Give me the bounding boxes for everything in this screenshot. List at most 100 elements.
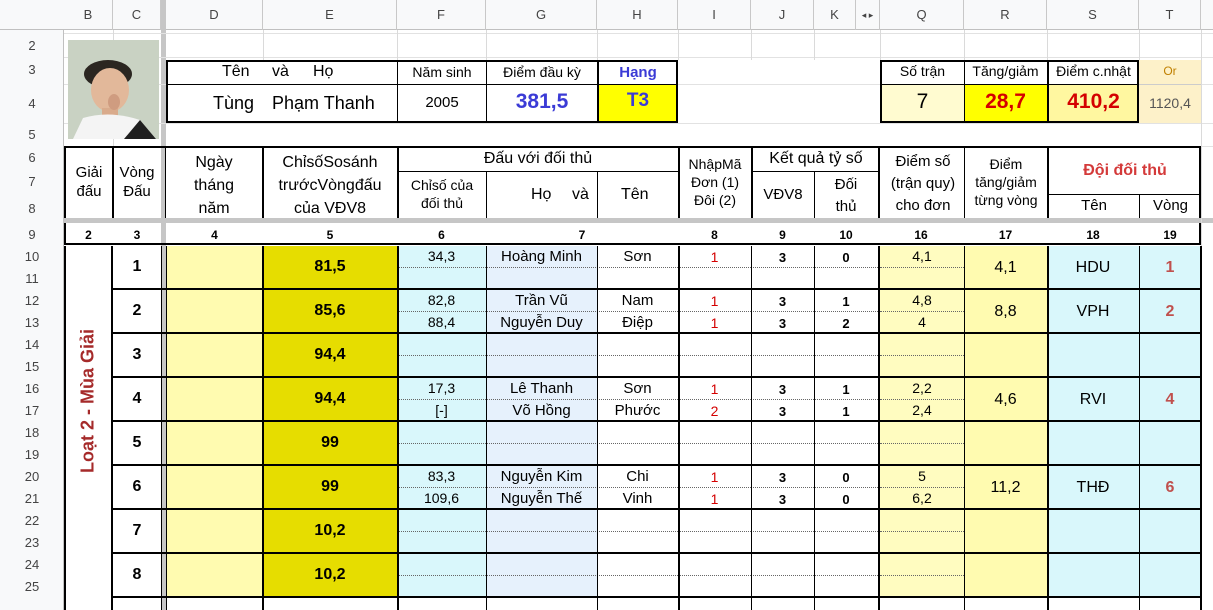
date-cell[interactable]	[167, 510, 262, 552]
score-opponent[interactable]: 0	[814, 470, 878, 485]
round-change-value[interactable]: 8,8	[964, 303, 1047, 321]
row-header-19[interactable]: 19	[0, 444, 64, 466]
opponent-surname[interactable]: Hoàng Minh	[486, 248, 597, 265]
match-points[interactable]: 4	[880, 314, 964, 330]
input-code[interactable]: 1	[678, 315, 751, 331]
row-header-18[interactable]: 18	[0, 422, 64, 444]
input-code[interactable]: 1	[678, 469, 751, 485]
round-index-value[interactable]: 94,4	[263, 390, 397, 408]
match-points[interactable]: 5	[880, 468, 964, 484]
score-opponent[interactable]: 1	[814, 294, 878, 309]
column-header-I[interactable]: I	[678, 0, 751, 30]
opponent-team-round[interactable]: 2	[1139, 303, 1201, 321]
round-index-value[interactable]: 10,2	[263, 522, 397, 540]
input-code[interactable]: 1	[678, 249, 751, 265]
row-header-8[interactable]: 8	[0, 194, 64, 223]
round-index-value[interactable]: 94,4	[263, 346, 397, 364]
score-vdv8[interactable]: 3	[751, 250, 814, 265]
team-name-cell[interactable]	[1049, 554, 1139, 596]
opponent-name[interactable]: Sơn	[597, 380, 678, 397]
row-header-4[interactable]: 4	[0, 83, 64, 124]
opponent-team-round[interactable]: 1	[1139, 259, 1201, 277]
round-change-cell[interactable]	[965, 334, 1047, 376]
opponent-index[interactable]: 109,6	[397, 490, 486, 506]
row-header-7[interactable]: 7	[0, 170, 64, 194]
round-change-cell[interactable]	[965, 422, 1047, 464]
row-header-21[interactable]: 21	[0, 488, 64, 510]
column-header-G[interactable]: G	[486, 0, 597, 30]
row-header-16[interactable]: 16	[0, 378, 64, 400]
column-header-H[interactable]: H	[597, 0, 678, 30]
round-index-value[interactable]: 85,6	[263, 302, 397, 320]
column-header-T[interactable]: T	[1139, 0, 1201, 30]
date-cell[interactable]	[167, 334, 262, 376]
row-header-6[interactable]: 6	[0, 146, 64, 170]
row-header-10[interactable]: 10	[0, 246, 64, 268]
round-change-value[interactable]: 4,6	[964, 391, 1047, 409]
updated-value[interactable]: 410,2	[1048, 90, 1139, 114]
match-points[interactable]: 2,4	[880, 402, 964, 418]
date-cell[interactable]	[167, 554, 262, 596]
round-change-cell[interactable]	[965, 554, 1047, 596]
row-header-15[interactable]: 15	[0, 356, 64, 378]
opponent-index[interactable]: 34,3	[397, 248, 486, 264]
opponent-team-name[interactable]: RVI	[1047, 391, 1139, 409]
row-header-3[interactable]: 3	[0, 57, 64, 83]
row-header-12[interactable]: 12	[0, 290, 64, 312]
athlete-first-name[interactable]: Tùng	[213, 93, 254, 114]
team-round-cell[interactable]	[1140, 554, 1201, 596]
row-header-14[interactable]: 14	[0, 334, 64, 356]
date-cell[interactable]	[167, 246, 262, 288]
opponent-name[interactable]: Vinh	[597, 490, 678, 507]
team-round-cell[interactable]	[1140, 422, 1201, 464]
row-header-23[interactable]: 23	[0, 532, 64, 554]
score-vdv8[interactable]: 3	[751, 404, 814, 419]
date-cell[interactable]	[167, 466, 262, 508]
team-round-cell[interactable]	[1140, 510, 1201, 552]
row-header-13[interactable]: 13	[0, 312, 64, 334]
round-index-value[interactable]: 10,2	[263, 566, 397, 584]
column-header-K[interactable]: K	[814, 0, 856, 30]
score-vdv8[interactable]: 3	[751, 294, 814, 309]
column-header-C[interactable]: C	[113, 0, 161, 30]
opponent-name[interactable]: Sơn	[597, 248, 678, 265]
round-index-value[interactable]: 99	[263, 478, 397, 496]
score-vdv8[interactable]: 3	[751, 382, 814, 397]
opponent-index[interactable]: 83,3	[397, 468, 486, 484]
match-points[interactable]: 6,2	[880, 490, 964, 506]
team-round-cell[interactable]	[1140, 334, 1201, 376]
score-opponent[interactable]: 2	[814, 316, 878, 331]
opponent-surname[interactable]: Nguyễn Thế	[486, 490, 597, 507]
column-header-B[interactable]: B	[64, 0, 113, 30]
column-header-Q[interactable]: Q	[880, 0, 964, 30]
input-code[interactable]: 2	[678, 403, 751, 419]
score-vdv8[interactable]: 3	[751, 316, 814, 331]
hidden-columns-toggle[interactable]: ◂ ▸	[856, 0, 880, 30]
score-opponent[interactable]: 0	[814, 250, 878, 265]
opponent-name[interactable]: Chi	[597, 468, 678, 485]
date-cell[interactable]	[167, 422, 262, 464]
team-name-cell[interactable]	[1049, 510, 1139, 552]
date-cell[interactable]	[167, 378, 262, 420]
row-header-9[interactable]: 9	[0, 223, 64, 246]
team-name-cell[interactable]	[1049, 334, 1139, 376]
row-header-24[interactable]: 24	[0, 554, 64, 576]
round-index-value[interactable]: 81,5	[263, 258, 397, 276]
date-cell[interactable]	[167, 290, 262, 332]
opponent-surname[interactable]: Võ Hồng	[486, 402, 597, 419]
row-header-2[interactable]: 2	[0, 34, 64, 57]
row-header-25[interactable]: 25	[0, 576, 64, 598]
opponent-surname[interactable]: Nguyễn Duy	[486, 314, 597, 331]
row-header-17[interactable]: 17	[0, 400, 64, 422]
row-header-5[interactable]: 5	[0, 124, 64, 146]
match-points[interactable]: 4,1	[880, 248, 964, 264]
or-value[interactable]: 1120,4	[1139, 95, 1201, 111]
score-opponent[interactable]: 0	[814, 492, 878, 507]
opponent-index[interactable]: 88,4	[397, 314, 486, 330]
opponent-team-name[interactable]: HDU	[1047, 259, 1139, 277]
score-vdv8[interactable]: 3	[751, 492, 814, 507]
round-index-value[interactable]: 99	[263, 434, 397, 452]
match-points[interactable]: 4,8	[880, 292, 964, 308]
opponent-name[interactable]: Phước	[597, 402, 678, 419]
team-name-cell[interactable]	[1049, 422, 1139, 464]
